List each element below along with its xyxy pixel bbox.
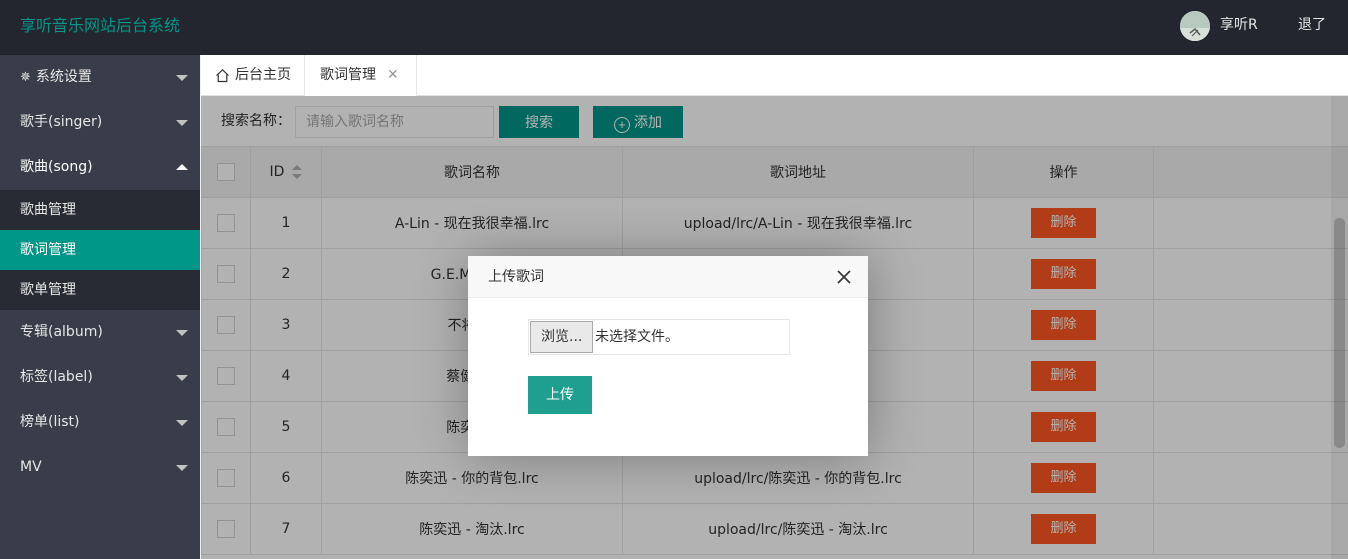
- chevron-down-icon: [176, 75, 188, 81]
- sidebar-item-label: 歌手(singer): [20, 114, 103, 130]
- chevron-down-icon: [176, 330, 188, 336]
- close-icon[interactable]: [836, 269, 852, 285]
- app-title: 享听音乐网站后台系统: [20, 16, 181, 35]
- sidebar-item-label: 系统设置: [35, 69, 92, 85]
- sidebar-item-label: 标签(label): [20, 369, 93, 385]
- sidebar-item-mv[interactable]: MV: [0, 445, 200, 490]
- sidebar-item-playlist-management[interactable]: 歌单管理: [0, 270, 200, 310]
- dialog-title: 上传歌词: [468, 256, 868, 298]
- content-scrollbar[interactable]: [1331, 96, 1348, 559]
- tab-lyrics-management[interactable]: 歌词管理 ✕: [305, 55, 417, 96]
- sidebar-item-album[interactable]: 专辑(album): [0, 310, 200, 355]
- sidebar-item-lyrics-management[interactable]: 歌词管理: [0, 230, 200, 270]
- chevron-up-icon: [176, 164, 188, 170]
- file-input[interactable]: 浏览... 未选择文件。: [528, 319, 790, 355]
- file-status: 未选择文件。: [595, 329, 679, 345]
- tab-label: 歌词管理: [320, 67, 376, 83]
- tab-bar: 后台主页 歌词管理 ✕: [201, 55, 1348, 96]
- sidebar-item-list[interactable]: 榜单(list): [0, 400, 200, 445]
- sidebar-item-label: MV: [20, 459, 42, 475]
- scrollbar-thumb[interactable]: [1334, 218, 1345, 448]
- sidebar-item-singer[interactable]: 歌手(singer): [0, 100, 200, 145]
- sidebar-item-label: 歌曲(song): [20, 159, 93, 175]
- avatar-image-icon: [1180, 11, 1210, 41]
- close-icon[interactable]: ✕: [387, 55, 399, 96]
- sidebar-item-label: 榜单(list): [20, 414, 80, 430]
- chevron-down-icon: [176, 465, 188, 471]
- sidebar-item-label-tags[interactable]: 标签(label): [0, 355, 200, 400]
- home-icon: [216, 68, 229, 83]
- gear-icon: ✵: [20, 70, 31, 85]
- sidebar-item-song[interactable]: 歌曲(song): [0, 145, 200, 190]
- logout-link[interactable]: 退了: [1298, 0, 1326, 50]
- tab-home[interactable]: 后台主页: [201, 55, 305, 96]
- chevron-down-icon: [176, 375, 188, 381]
- avatar[interactable]: [1180, 11, 1210, 41]
- browse-button[interactable]: 浏览...: [530, 321, 594, 353]
- tab-label: 后台主页: [235, 67, 291, 83]
- sidebar-item-settings[interactable]: ✵ 系统设置: [0, 55, 200, 100]
- upload-lyrics-dialog: 上传歌词 浏览... 未选择文件。 上传: [468, 256, 868, 456]
- chevron-down-icon: [176, 120, 188, 126]
- sidebar-item-song-management[interactable]: 歌曲管理: [0, 190, 200, 230]
- upload-button[interactable]: 上传: [528, 376, 592, 414]
- song-submenu: 歌曲管理 歌词管理 歌单管理: [0, 190, 200, 310]
- top-header: 享听音乐网站后台系统 享听R 退了: [0, 0, 1348, 55]
- sidebar: ✵ 系统设置 歌手(singer) 歌曲(song) 歌曲管理 歌词管理 歌单管理…: [0, 55, 200, 559]
- sidebar-item-label: 专辑(album): [20, 324, 103, 340]
- username[interactable]: 享听R: [1220, 0, 1258, 50]
- chevron-down-icon: [176, 420, 188, 426]
